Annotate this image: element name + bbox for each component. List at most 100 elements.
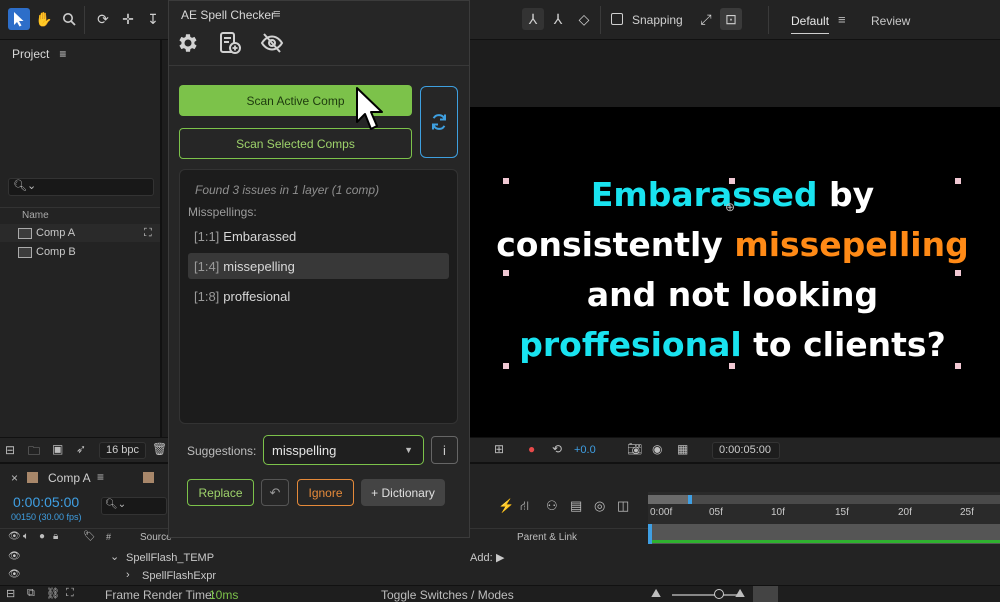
- issue-item[interactable]: [1:4] missepelling: [188, 253, 449, 279]
- zoom-slider[interactable]: [672, 594, 742, 596]
- region-icon[interactable]: ⊟: [5, 443, 15, 457]
- orbit-camera-icon[interactable]: ⟳: [92, 8, 114, 30]
- transparency-grid-icon[interactable]: ▦: [677, 442, 688, 456]
- dolly-camera-icon[interactable]: ↧: [142, 8, 164, 30]
- panel-menu-icon[interactable]: ≡: [97, 470, 104, 484]
- zoom-in-icon[interactable]: ⛰: [735, 586, 745, 601]
- workspace-menu-icon[interactable]: ≡: [838, 12, 846, 27]
- graph-editor-icon[interactable]: ◫: [617, 498, 629, 514]
- layer-row[interactable]: 👁︎ ⌄ SpellFlash_TEMP Add: ▶: [0, 550, 648, 567]
- parent-link-header[interactable]: Parent & Link: [517, 532, 577, 543]
- gear-icon[interactable]: [176, 31, 200, 55]
- view-axis-icon[interactable]: ◇: [573, 8, 595, 30]
- flowchart-icon[interactable]: ⛙: [520, 498, 529, 516]
- transform-handle[interactable]: [955, 270, 961, 276]
- work-area-bar[interactable]: [648, 495, 1000, 504]
- visibility-icon[interactable]: 👁︎: [8, 569, 21, 580]
- project-column-name[interactable]: Name: [0, 207, 160, 223]
- transform-handle[interactable]: [955, 178, 961, 184]
- suggestion-select[interactable]: misspelling ▼: [263, 435, 424, 465]
- panel-menu-icon[interactable]: ≡: [59, 47, 66, 61]
- reset-exposure-icon[interactable]: ⟲: [552, 442, 562, 456]
- current-timecode[interactable]: 0:00:05:00: [13, 494, 79, 510]
- transform-handle[interactable]: [729, 178, 735, 184]
- workspace-tab-default[interactable]: Default: [791, 14, 830, 34]
- zoom-tool-icon[interactable]: [58, 8, 80, 30]
- transform-handle[interactable]: [955, 363, 961, 369]
- add-property-icon[interactable]: ▶: [496, 551, 504, 564]
- show-snapshot-icon[interactable]: ◉: [652, 442, 662, 456]
- stretch-icon[interactable]: ⛶: [66, 587, 74, 600]
- replace-button[interactable]: Replace: [187, 479, 254, 506]
- snap-features-icon[interactable]: ⊡: [720, 8, 742, 30]
- timeline-search-input[interactable]: 🔍︎⌄: [101, 497, 167, 515]
- close-icon[interactable]: ×: [11, 471, 18, 485]
- flowchart-icon[interactable]: ⛶: [144, 227, 152, 240]
- work-area-range[interactable]: [648, 495, 688, 504]
- panel-menu-icon[interactable]: ≡: [273, 6, 281, 21]
- visibility-icon[interactable]: 👁︎: [8, 551, 21, 562]
- add-dictionary-icon[interactable]: [218, 31, 242, 55]
- trash-icon[interactable]: 🗑: [152, 442, 167, 456]
- current-time-indicator[interactable]: [648, 524, 652, 544]
- bit-depth-button[interactable]: 16 bpc: [99, 442, 147, 459]
- layer-name[interactable]: SpellFlash_TEMP: [126, 552, 214, 564]
- project-item[interactable]: Comp A ⛶: [0, 224, 160, 242]
- transform-handle[interactable]: [503, 178, 509, 184]
- issue-item[interactable]: [1:1] Embarassed: [188, 223, 449, 249]
- composition-icon[interactable]: ▣: [52, 442, 63, 456]
- zoom-out-icon[interactable]: ⛰: [651, 586, 661, 601]
- snapshot-region-icon[interactable]: ⊞: [494, 442, 504, 456]
- snap-edges-icon[interactable]: ⤢: [695, 8, 717, 30]
- info-button[interactable]: i: [431, 436, 458, 464]
- ignore-button[interactable]: Ignore: [297, 479, 354, 506]
- playhead-marker[interactable]: [688, 495, 692, 504]
- audio-icon[interactable]: 🔈︎: [23, 531, 29, 542]
- workspace-tab-review[interactable]: Review: [871, 14, 910, 28]
- viewer-timecode[interactable]: 0:00:05:00: [712, 442, 780, 459]
- transform-handle[interactable]: [729, 363, 735, 369]
- channel-icon[interactable]: ●: [528, 442, 535, 456]
- chevron-down-icon[interactable]: ⌄: [110, 550, 119, 563]
- tab-comp-a[interactable]: Comp A: [48, 471, 91, 485]
- zoom-slider-thumb[interactable]: [714, 589, 724, 599]
- world-axis-icon[interactable]: ⅄: [522, 8, 544, 30]
- lock-icon[interactable]: 🔒︎: [53, 531, 58, 542]
- transform-handle[interactable]: [503, 270, 509, 276]
- add-to-dictionary-button[interactable]: + Dictionary: [361, 479, 445, 506]
- hand-tool-icon[interactable]: ✋: [33, 8, 55, 30]
- solo-icon[interactable]: ●: [39, 531, 45, 542]
- refresh-button[interactable]: [420, 86, 458, 158]
- visibility-icon[interactable]: 👁︎: [8, 531, 21, 542]
- label-icon[interactable]: 🏷︎: [83, 531, 96, 542]
- issue-item[interactable]: [1:8] proffesional: [188, 283, 449, 309]
- eye-off-icon[interactable]: [260, 31, 284, 55]
- transfer-icon[interactable]: ⛓: [46, 587, 60, 600]
- layer-row[interactable]: 👁︎ › SpellFlashExpr: [0, 568, 648, 585]
- source-name-header[interactable]: Source: [140, 532, 172, 543]
- folder-icon[interactable]: 🗀: [28, 442, 40, 463]
- draft-3d-icon[interactable]: ⚡: [498, 498, 514, 514]
- transform-handle[interactable]: [503, 363, 509, 369]
- snapping-checkbox[interactable]: [611, 13, 623, 25]
- layer-track-bar[interactable]: [648, 524, 1000, 544]
- project-item[interactable]: Comp B: [0, 243, 160, 261]
- switches-icon[interactable]: ⧉: [27, 587, 35, 600]
- layer-duration-bar[interactable]: [648, 540, 1000, 543]
- chevron-right-icon[interactable]: ›: [126, 569, 130, 581]
- camera-snapshot-icon[interactable]: 📷︎: [627, 442, 642, 456]
- render-icon[interactable]: ➶: [76, 442, 86, 456]
- pan-camera-icon[interactable]: ✛: [117, 8, 139, 30]
- motion-blur-icon[interactable]: ◎: [594, 498, 605, 514]
- composition-canvas[interactable]: Embarassed by consistently missepelling …: [470, 107, 1000, 437]
- property-name[interactable]: SpellFlashExpr: [142, 570, 216, 582]
- project-search-input[interactable]: 🔍︎⌄: [8, 178, 154, 196]
- selection-tool-icon[interactable]: [8, 8, 30, 30]
- comp-settings-icon[interactable]: ⊟: [6, 587, 15, 600]
- shy-layers-icon[interactable]: ⚇: [546, 498, 558, 514]
- undo-button[interactable]: ↶: [261, 479, 289, 506]
- local-axis-icon[interactable]: ⅄: [547, 8, 569, 30]
- frame-blending-icon[interactable]: ▤: [570, 498, 582, 514]
- exposure-value[interactable]: +0.0: [574, 444, 596, 456]
- anchor-point-icon[interactable]: ⊕: [725, 200, 735, 214]
